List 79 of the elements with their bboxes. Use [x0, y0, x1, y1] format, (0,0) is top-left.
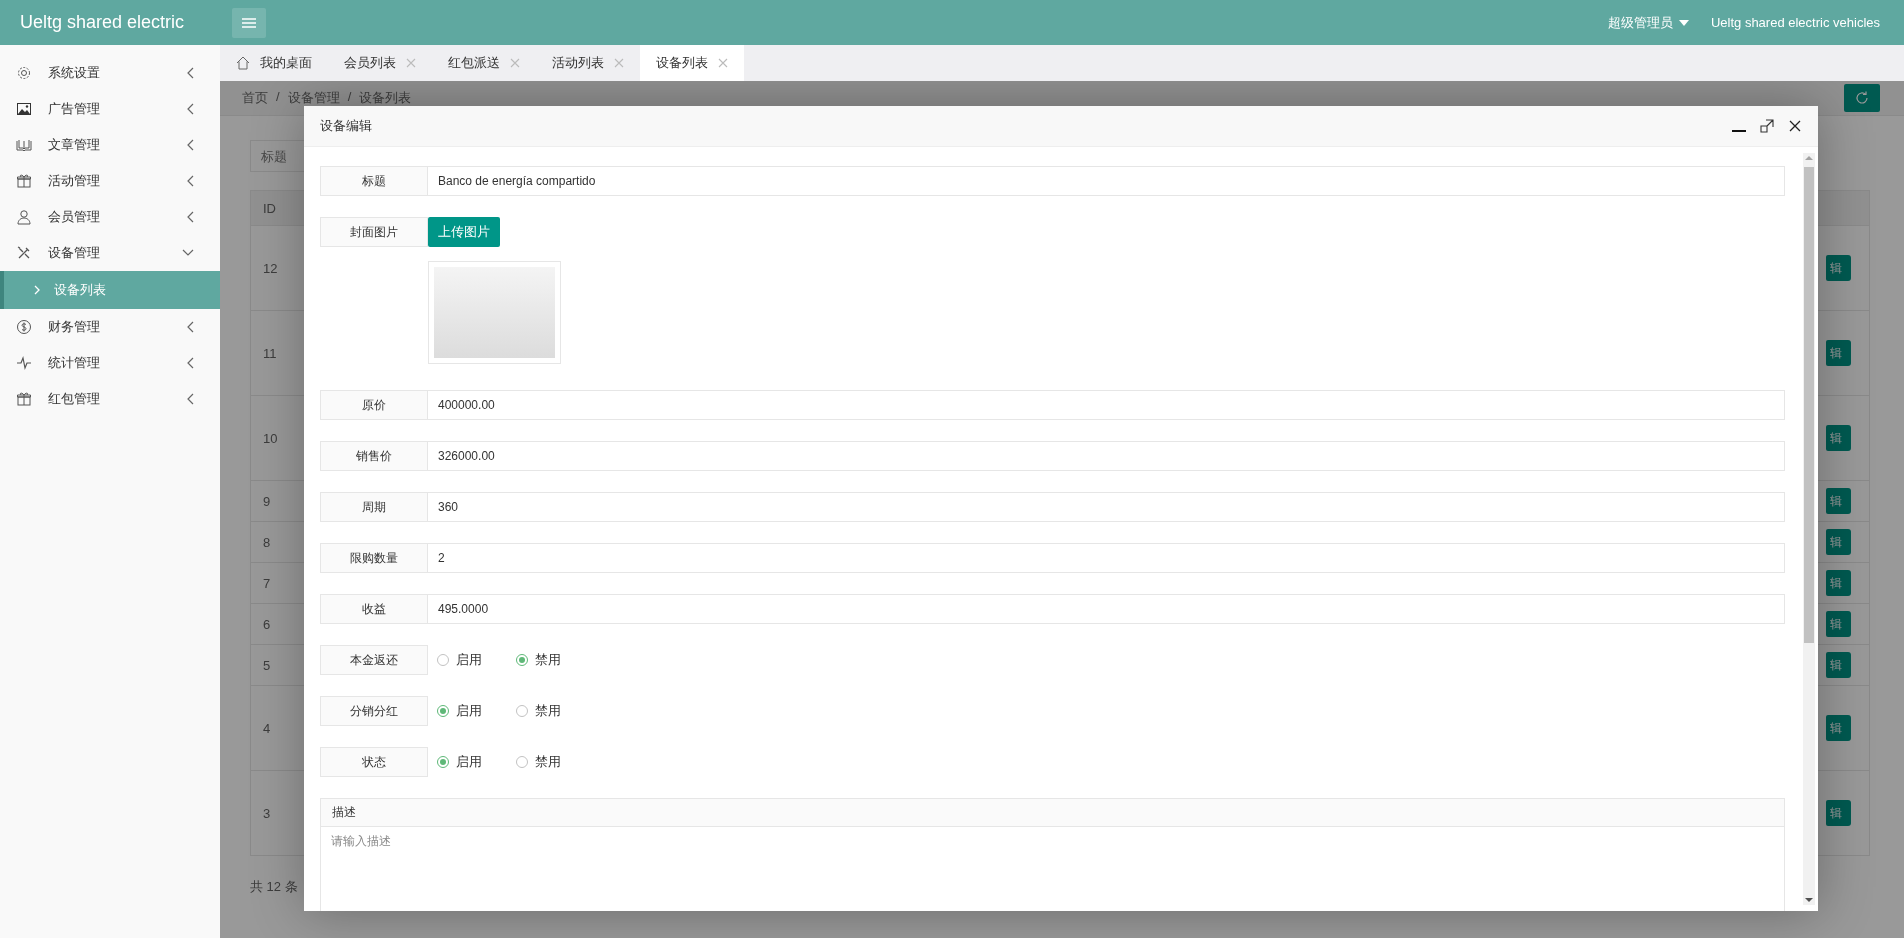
table-cell-text: 9 — [262, 493, 272, 509]
picture-icon — [16, 101, 32, 117]
caret-icon — [1678, 19, 1689, 26]
tab[interactable]: 红包派送 — [432, 45, 536, 81]
tools-icon — [16, 245, 32, 261]
maximize-icon — [1760, 119, 1774, 133]
table-cell-text: 8 — [262, 534, 272, 550]
tab[interactable]: 我的桌面 — [220, 45, 328, 81]
dollar-circle-icon — [16, 319, 32, 335]
menu-icon — [242, 16, 256, 29]
input-field[interactable]: 400000.00 — [428, 390, 1785, 420]
field-label: 封面图片 — [320, 217, 428, 247]
sidebar-item[interactable]: 系统设置 — [0, 55, 220, 91]
tab[interactable]: 设备列表 — [640, 45, 744, 81]
field-label: 标题 — [320, 166, 428, 196]
input-field[interactable]: Banco de energía compartido — [428, 166, 1785, 196]
sidebar-item[interactable]: 财务管理 — [0, 309, 220, 345]
field-label: 收益 — [320, 594, 428, 624]
close-icon — [614, 58, 624, 68]
sidebar-item[interactable]: 文章管理 — [0, 127, 220, 163]
refresh-button[interactable] — [1844, 84, 1880, 112]
field-label: 周期 — [320, 492, 428, 522]
radio-option[interactable]: 禁用 — [516, 753, 561, 771]
gift-icon — [16, 391, 32, 407]
field-label: 限购数量 — [320, 543, 428, 573]
table-cell-text: 12 — [262, 260, 279, 276]
gift-icon — [16, 173, 32, 189]
description-field[interactable]: 请输入描述 — [320, 827, 1785, 911]
input-field[interactable]: 326000.00 — [428, 441, 1785, 471]
field-label: 描述 — [320, 798, 1785, 827]
close-icon — [510, 58, 520, 68]
breadcrumb-link[interactable]: 首页 — [242, 89, 268, 107]
input-field[interactable]: 495.0000 — [428, 594, 1785, 624]
table-cell-text: 6 — [262, 616, 272, 632]
tab[interactable]: 会员列表 — [328, 45, 432, 81]
gear-icon — [16, 65, 32, 81]
input-field[interactable]: 2 — [428, 543, 1785, 573]
sidebar-item[interactable]: 活动管理 — [0, 163, 220, 199]
radio-option[interactable]: 启用 — [437, 651, 482, 669]
radio-option[interactable]: 禁用 — [516, 651, 561, 669]
radio-option[interactable]: 启用 — [437, 753, 482, 771]
table-cell-text: 4 — [262, 720, 272, 736]
table-cell-text: 5 — [262, 657, 272, 673]
column-header: ID — [262, 200, 277, 216]
tab[interactable]: 活动列表 — [536, 45, 640, 81]
sidebar-item[interactable]: 广告管理 — [0, 91, 220, 127]
table-cell-text: 3 — [262, 805, 272, 821]
table-cell-text: 11 — [262, 345, 278, 361]
close-icon — [718, 58, 728, 68]
sidebar-item[interactable]: 红包管理 — [0, 381, 220, 417]
field-label: 销售价 — [320, 441, 428, 471]
chevron-right-icon — [34, 285, 40, 295]
sidebar-item[interactable]: 统计管理 — [0, 345, 220, 381]
breadcrumb-separator: / — [276, 89, 280, 106]
table-cell-text: 7 — [262, 575, 272, 591]
field-label: 分销分红 — [320, 696, 428, 726]
input-field[interactable]: 360 — [428, 492, 1785, 522]
menu-button[interactable] — [232, 7, 266, 38]
scrollbar[interactable] — [1803, 153, 1815, 905]
radio-option[interactable]: 启用 — [437, 702, 482, 720]
sidebar-item[interactable]: 会员管理 — [0, 199, 220, 235]
field-label: 原价 — [320, 390, 428, 420]
upload-button[interactable]: 上传图片 — [428, 217, 500, 247]
close-icon — [406, 58, 416, 68]
field-label: 状态 — [320, 747, 428, 777]
refresh-icon — [1854, 90, 1870, 106]
minimize-icon — [1732, 130, 1746, 132]
radio-option[interactable]: 禁用 — [516, 702, 561, 720]
user-icon — [16, 209, 32, 225]
pulse-icon — [16, 355, 32, 371]
total-count: 共 12 条 — [250, 878, 299, 896]
sidebar-item[interactable]: 设备管理 — [0, 235, 220, 271]
table-cell-text: 10 — [262, 430, 279, 446]
field-label: 本金返还 — [320, 645, 428, 675]
app-title: Ueltg shared electric — [19, 12, 186, 33]
home-icon — [236, 56, 250, 70]
close-icon — [1788, 119, 1802, 133]
breadcrumb-separator: / — [347, 89, 352, 106]
modal-title: 设备编辑 — [320, 117, 373, 135]
